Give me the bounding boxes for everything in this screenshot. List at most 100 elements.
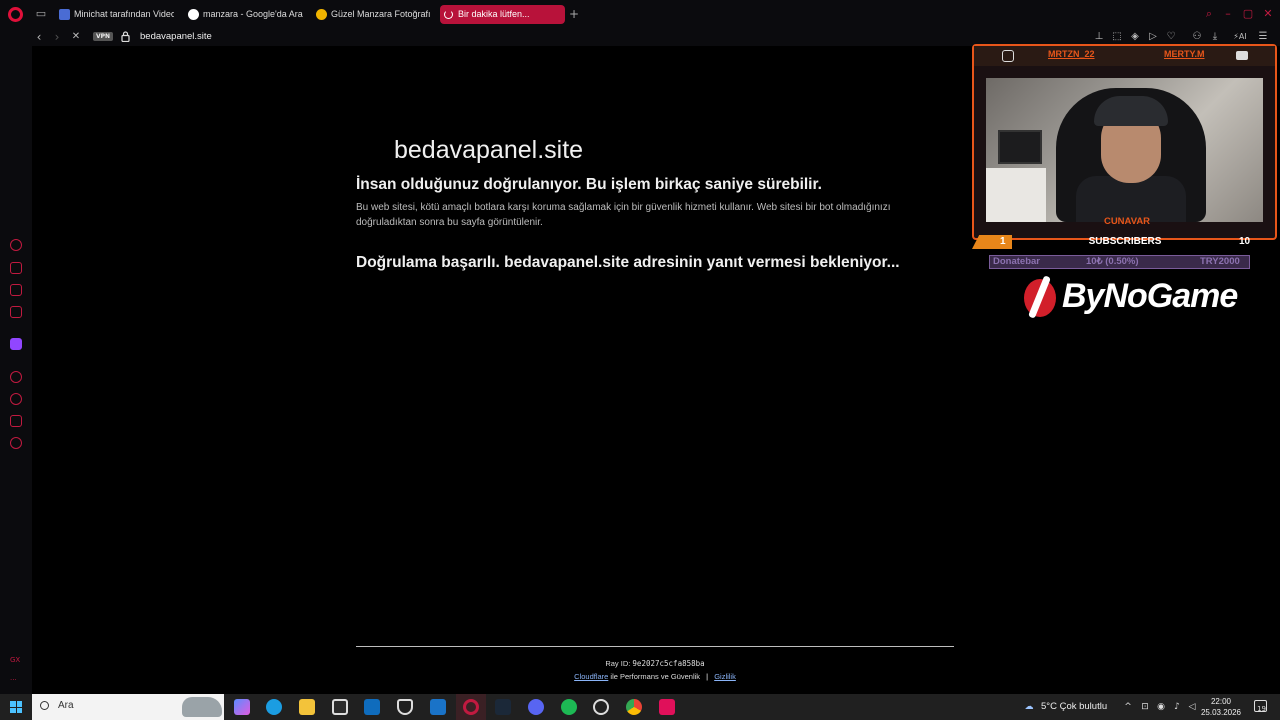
gx-icon[interactable]: GX	[10, 656, 20, 664]
weather-cloud-icon[interactable]: ☁	[1020, 702, 1038, 712]
heart-icon[interactable]: ♡	[1165, 31, 1177, 43]
close-icon[interactable]: ✕	[1262, 8, 1274, 20]
remote-app-icon[interactable]	[430, 699, 446, 715]
tab-label: manzara - Google'da Ara	[203, 9, 303, 19]
notification-center-icon[interactable]: 19	[1254, 700, 1267, 713]
sponsor-logo-text: ByNoGame	[1062, 277, 1238, 315]
microphone-icon[interactable]: ♪	[1172, 702, 1182, 712]
twitch-icon[interactable]	[10, 338, 22, 350]
history-icon[interactable]	[10, 393, 22, 405]
donate-goal: TRY2000	[1200, 256, 1240, 267]
tiktok-icon[interactable]	[659, 699, 675, 715]
cloudflare-link[interactable]: Cloudflare	[574, 672, 608, 681]
clock-time: 22:00	[1210, 697, 1232, 706]
tray-opera-icon[interactable]: ◉	[1156, 702, 1166, 712]
mail-icon[interactable]	[364, 699, 380, 715]
store-icon[interactable]	[332, 699, 348, 715]
start-button[interactable]	[10, 701, 22, 713]
workspace-icon[interactable]	[10, 306, 22, 318]
overlay-socials-bar: MRTZN_22 MERTY.M	[974, 46, 1275, 66]
opera-gx-taskbar-icon[interactable]	[463, 699, 479, 715]
tray-app-icon[interactable]: ⊡	[1140, 702, 1150, 712]
shield-icon[interactable]: ◈	[1129, 31, 1141, 43]
player-sidebar-icon[interactable]	[10, 371, 22, 383]
messenger-icon[interactable]	[10, 284, 22, 296]
opera-sidebar: GX ···	[0, 46, 32, 694]
vpn-badge[interactable]: VPN	[93, 32, 114, 41]
file-explorer-icon[interactable]	[299, 699, 315, 715]
tray-overflow-icon[interactable]: ^	[1123, 702, 1133, 712]
restore-icon[interactable]: ▢	[1242, 8, 1254, 20]
footer-credits: Cloudflare ile Performans ve Güvenlik | …	[356, 672, 954, 681]
tab-label: Minichat tarafından Video	[74, 9, 174, 19]
taskbar-clock[interactable]: 22:00 25.03.2026	[1196, 696, 1246, 718]
player-icon[interactable]: ▷	[1147, 31, 1159, 43]
instagram-handle: MRTZN_22	[1048, 49, 1095, 59]
weather-text[interactable]: 5°C Çok bulutlu	[1041, 701, 1107, 712]
search-highlight-art-icon	[182, 697, 222, 717]
ai-icon[interactable]: ⚡AI	[1230, 31, 1250, 43]
opera-menu-icon[interactable]	[8, 7, 23, 22]
edge-icon[interactable]	[266, 699, 282, 715]
menu-icon[interactable]: ☰	[1257, 31, 1269, 43]
ray-id-value: 9e2027c5cfa858ba	[632, 659, 705, 668]
subscribers-goal: 10	[1239, 236, 1251, 247]
forward-button[interactable]: ›	[51, 30, 63, 44]
tab-minichat[interactable]: Minichat tarafından Video	[56, 5, 174, 24]
verification-description: Bu web sitesi, kötü amaçlı botlara karşı…	[356, 202, 891, 228]
taskbar-search[interactable]: Ara	[32, 694, 224, 720]
notification-count: 19	[1257, 705, 1266, 713]
obs-icon[interactable]	[593, 699, 609, 715]
video-favicon-icon	[59, 9, 70, 20]
lock-icon[interactable]	[121, 31, 130, 42]
new-tab-button[interactable]: +	[568, 8, 580, 21]
tab-label: Bir dakika lütfen...	[458, 9, 530, 19]
download-icon[interactable]: ⤓	[1209, 31, 1221, 43]
clock-date: 25.03.2026	[1200, 708, 1242, 717]
profile-icon[interactable]: ⚇	[1191, 31, 1203, 43]
tab-islands-icon[interactable]: ▭	[34, 8, 48, 20]
webcam-desk	[986, 168, 1046, 222]
minimize-icon[interactable]: –	[1222, 8, 1234, 20]
sponsor-logo: ByNoGame	[1024, 275, 1246, 321]
snapshot-icon[interactable]: ⬚	[1111, 31, 1123, 43]
url-field[interactable]: bedavapanel.site	[140, 30, 212, 44]
settings-icon[interactable]	[10, 437, 22, 449]
copilot-icon[interactable]	[234, 699, 250, 715]
tab-google-search[interactable]: manzara - Google'da Ara	[185, 5, 305, 24]
back-button[interactable]: ‹	[33, 30, 45, 44]
more-icon[interactable]: ···	[10, 676, 17, 684]
steam-icon[interactable]	[495, 699, 511, 715]
pinboard-icon[interactable]	[10, 415, 22, 427]
webcam-person-cap	[1094, 96, 1168, 126]
streamer-name: CUNAVAR	[1103, 216, 1151, 227]
footer-separator: |	[706, 672, 709, 681]
google-favicon-icon	[188, 9, 199, 20]
donate-label: Donatebar	[993, 256, 1040, 267]
windows-taskbar: Ara ☁ 5°C Çok bulutlu ^ ⊡ ◉ ♪ ◁ 22:00 25…	[0, 694, 1280, 720]
sun-favicon-icon	[316, 9, 327, 20]
chrome-icon[interactable]	[626, 699, 642, 715]
bag-icon[interactable]	[10, 262, 22, 274]
tab-landscape-photo[interactable]: Güzel Manzara Fotoğrafı G	[313, 5, 431, 24]
tab-active-loading[interactable]: Bir dakika lütfen...	[440, 5, 565, 24]
subscribers-current: 1	[1000, 236, 1006, 247]
aria-icon[interactable]	[10, 239, 22, 251]
webcam-monitor	[998, 130, 1042, 164]
page-title: bedavapanel.site	[394, 136, 584, 164]
spotify-icon[interactable]	[561, 699, 577, 715]
instagram-icon	[1002, 50, 1014, 62]
search-tabs-icon[interactable]: ⌕	[1203, 8, 1215, 20]
webcam-feed	[986, 78, 1263, 222]
verification-status: Doğrulama başarılı. bedavapanel.site adr…	[356, 254, 900, 271]
subscribers-label: SUBSCRIBERS	[1088, 236, 1162, 247]
discord-icon[interactable]	[528, 699, 544, 715]
subscriber-progress-fill	[972, 235, 1012, 249]
footer-divider	[356, 646, 954, 647]
donate-bar: Donatebar 10₺ (0.50%) TRY2000	[989, 255, 1250, 269]
security-icon[interactable]	[397, 699, 413, 715]
pin-icon[interactable]: ⊥	[1093, 31, 1105, 43]
privacy-link[interactable]: Gizlilik	[714, 672, 736, 681]
search-icon	[40, 701, 49, 710]
stop-loading-button[interactable]: ✕	[70, 30, 82, 44]
